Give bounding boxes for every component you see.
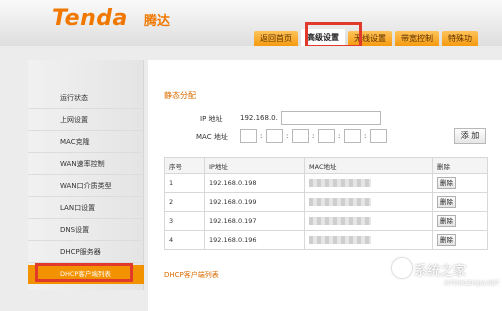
mac-field-5[interactable] xyxy=(344,129,361,143)
col-header-no: 序号 xyxy=(164,157,205,174)
mac-field-1[interactable] xyxy=(240,129,257,143)
col-header-mac: MAC地址 xyxy=(304,157,433,174)
cell-mac xyxy=(304,211,433,231)
cell-ip: 192.168.0.197 xyxy=(204,211,305,231)
watermark-text: 系统之家 xyxy=(414,264,467,279)
top-tabs: 返回首页 高级设置 无线设置 带宽控制 特殊功 xyxy=(254,29,481,46)
tab-bandwidth[interactable]: 带宽控制 xyxy=(395,31,439,46)
tenda-logo: Tenda xyxy=(52,6,128,31)
cell-mac xyxy=(304,230,433,250)
cell-no: 2 xyxy=(164,192,205,212)
static-assign-table: 序号 IP地址 MAC地址 删除 1 192.168.0.198 删除 2 19… xyxy=(164,157,488,250)
header: Tenda 腾达 返回首页 高级设置 无线设置 带宽控制 特殊功 xyxy=(0,0,502,46)
table-header-row: 序号 IP地址 MAC地址 删除 xyxy=(164,157,488,174)
sidebar-item-internet[interactable]: 上网设置 xyxy=(28,109,144,131)
sidebar-item-status[interactable]: 运行状态 xyxy=(28,87,144,109)
sidebar-item-dhcp-server[interactable]: DHCP服务器 xyxy=(28,241,144,263)
watermark-subtext: XITONGZHIJIA.NET xyxy=(444,280,500,287)
ip-label: IP 地址 xyxy=(200,115,223,123)
cell-ip: 192.168.0.196 xyxy=(204,230,305,250)
delete-button[interactable]: 删除 xyxy=(437,215,456,227)
sidebar-item-lan[interactable]: LAN口设置 xyxy=(28,197,144,219)
blurred-mac xyxy=(309,179,371,187)
cell-mac xyxy=(304,173,433,193)
mac-field-3[interactable] xyxy=(292,129,309,143)
sidebar-item-wan-speed[interactable]: WAN速率控制 xyxy=(28,153,144,175)
mac-separator: : xyxy=(312,132,315,140)
blurred-mac xyxy=(309,236,371,244)
cell-ip: 192.168.0.199 xyxy=(204,192,305,212)
highlight-box-tab xyxy=(305,22,362,48)
watermark-logo-icon xyxy=(392,258,412,278)
static-assign-title: 静态分配 xyxy=(164,91,196,100)
delete-button[interactable]: 删除 xyxy=(437,177,456,189)
mac-field-2[interactable] xyxy=(266,129,283,143)
blurred-mac xyxy=(309,198,371,206)
client-list-title: DHCP客户端列表 xyxy=(164,271,219,279)
sidebar: 运行状态 上网设置 MAC克隆 WAN速率控制 WAN口介质类型 LAN口设置 … xyxy=(28,60,144,290)
table-row: 1 192.168.0.198 删除 xyxy=(164,173,488,193)
mac-separator: : xyxy=(338,132,341,140)
table-row: 3 192.168.0.197 删除 xyxy=(164,211,488,231)
delete-button[interactable]: 删除 xyxy=(437,196,456,208)
col-header-ip: IP地址 xyxy=(204,157,305,174)
ip-last-octet-input[interactable] xyxy=(281,111,381,125)
cell-no: 1 xyxy=(164,173,205,193)
tab-home[interactable]: 返回首页 xyxy=(254,31,298,46)
mac-field-6[interactable] xyxy=(370,129,387,143)
add-button[interactable]: 添 加 xyxy=(454,128,486,144)
cell-delete: 删除 xyxy=(432,173,488,193)
cell-no: 4 xyxy=(164,230,205,250)
cell-no: 3 xyxy=(164,211,205,231)
mac-separator: : xyxy=(364,132,367,140)
table-row: 2 192.168.0.199 删除 xyxy=(164,192,488,212)
blurred-mac xyxy=(309,217,371,225)
mac-separator: : xyxy=(286,132,289,140)
mac-field-4[interactable] xyxy=(318,129,335,143)
sidebar-item-dns[interactable]: DNS设置 xyxy=(28,219,144,241)
table-row: 4 192.168.0.196 删除 xyxy=(164,230,488,250)
cell-delete: 删除 xyxy=(432,230,488,250)
tab-special[interactable]: 特殊功 xyxy=(442,31,478,46)
sidebar-item-mac-clone[interactable]: MAC克隆 xyxy=(28,131,144,153)
highlight-box-nav xyxy=(35,263,133,282)
mac-label: MAC 地址 xyxy=(196,133,228,141)
tenda-logo-cn: 腾达 xyxy=(144,14,171,29)
cell-mac xyxy=(304,192,433,212)
mac-separator: : xyxy=(260,132,263,140)
cell-delete: 删除 xyxy=(432,192,488,212)
sidebar-item-wan-media[interactable]: WAN口介质类型 xyxy=(28,175,144,197)
delete-button[interactable]: 删除 xyxy=(437,234,456,246)
cell-delete: 删除 xyxy=(432,211,488,231)
col-header-delete: 删除 xyxy=(432,157,488,174)
ip-prefix: 192.168.0. xyxy=(240,114,278,122)
cell-ip: 192.168.0.198 xyxy=(204,173,305,193)
